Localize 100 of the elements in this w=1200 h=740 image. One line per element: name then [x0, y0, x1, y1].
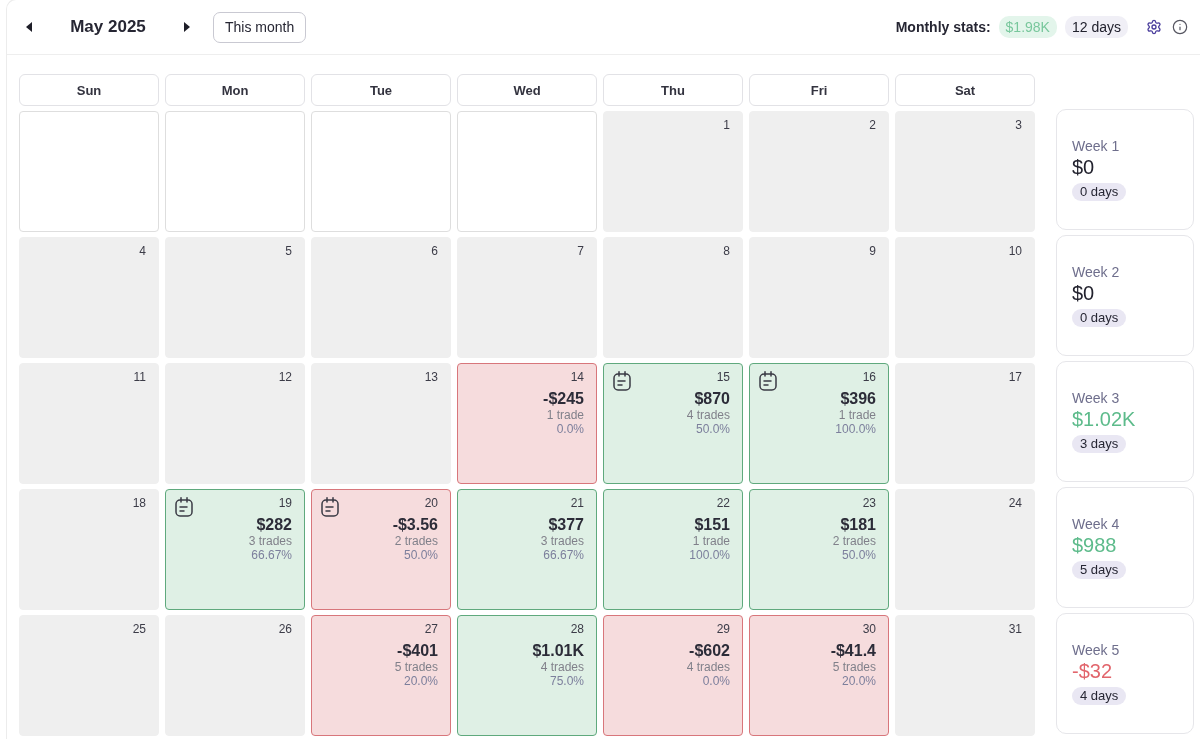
day-cell[interactable]: 7: [457, 237, 597, 358]
date-number: 26: [278, 622, 292, 637]
trade-count: 4 trades: [686, 408, 730, 422]
day-cell[interactable]: 20 -$3.56 2 trades 50.0%: [311, 489, 451, 610]
date-number: 1: [723, 118, 730, 133]
day-pnl: $151: [694, 515, 730, 534]
week-days-count: 5 days: [1072, 561, 1127, 579]
date-number: 24: [1008, 496, 1022, 511]
date-number: 2: [869, 118, 876, 133]
day-cell[interactable]: 2: [749, 111, 889, 232]
date-number: 12: [278, 370, 292, 385]
date-number: 19: [278, 496, 292, 511]
day-cell[interactable]: 29 -$602 4 trades 0.0%: [603, 615, 743, 736]
date-number: 20: [424, 496, 438, 511]
day-cell[interactable]: 13: [311, 363, 451, 484]
day-cell[interactable]: 24: [895, 489, 1035, 610]
day-cell[interactable]: 9: [749, 237, 889, 358]
day-cell[interactable]: 10: [895, 237, 1035, 358]
date-number: 21: [570, 496, 584, 511]
week-label: Week 2: [1072, 264, 1120, 281]
settings-button[interactable]: [1146, 19, 1162, 35]
date-number: 10: [1008, 244, 1022, 259]
date-number: 5: [285, 244, 292, 259]
trade-count: 5 trades: [832, 660, 876, 674]
day-cell[interactable]: 31: [895, 615, 1035, 736]
monthly-stats-label: Monthly stats:: [895, 19, 991, 35]
weekday-header: Tue: [311, 74, 451, 106]
settings-icon: [1146, 19, 1162, 35]
weekday-header: Thu: [603, 74, 743, 106]
day-cell[interactable]: 8: [603, 237, 743, 358]
week-days-count: 4 days: [1072, 687, 1127, 705]
day-cell[interactable]: 23 $181 2 trades 50.0%: [749, 489, 889, 610]
day-pnl: $377: [548, 515, 584, 534]
win-rate: 20.0%: [403, 674, 438, 688]
this-month-button[interactable]: This month: [213, 11, 307, 43]
trade-count: 2 trades: [832, 534, 876, 548]
week-days-count: 0 days: [1072, 309, 1127, 327]
day-cell[interactable]: 11: [19, 363, 159, 484]
win-rate: 66.67%: [251, 548, 292, 562]
date-number: 29: [716, 622, 730, 637]
date-number: 23: [862, 496, 876, 511]
day-cell[interactable]: 4: [19, 237, 159, 358]
date-number: 7: [577, 244, 584, 259]
week-label: Week 3: [1072, 390, 1120, 407]
monthly-days: 12 days: [1064, 16, 1128, 38]
week-label: Week 1: [1072, 138, 1120, 155]
win-rate: 50.0%: [403, 548, 438, 562]
win-rate: 50.0%: [695, 422, 730, 436]
note-icon[interactable]: [175, 497, 193, 517]
date-number: 9: [869, 244, 876, 259]
date-number: 6: [431, 244, 438, 259]
week-days-count: 0 days: [1072, 183, 1127, 201]
day-cell[interactable]: 17: [895, 363, 1035, 484]
day-cell[interactable]: 6: [311, 237, 451, 358]
note-icon[interactable]: [321, 497, 339, 517]
monthly-pnl: $1.98K: [998, 16, 1057, 38]
week-days-count: 3 days: [1072, 435, 1127, 453]
day-cell[interactable]: 28 $1.01K 4 trades 75.0%: [457, 615, 597, 736]
day-cell[interactable]: 18: [19, 489, 159, 610]
win-rate: 50.0%: [841, 548, 876, 562]
day-pnl: $181: [840, 515, 876, 534]
day-pnl: $282: [256, 515, 292, 534]
weekday-header: Sat: [895, 74, 1035, 106]
weekday-header: Wed: [457, 74, 597, 106]
date-number: 8: [723, 244, 730, 259]
date-number: 18: [132, 496, 146, 511]
day-cell[interactable]: 1: [603, 111, 743, 232]
date-number: 28: [570, 622, 584, 637]
trade-count: 1 trade: [692, 534, 730, 548]
day-cell[interactable]: 14 -$245 1 trade 0.0%: [457, 363, 597, 484]
date-number: 27: [424, 622, 438, 637]
trade-count: 1 trade: [546, 408, 584, 422]
day-pnl: -$3.56: [392, 515, 438, 534]
date-number: 16: [862, 370, 876, 385]
note-icon[interactable]: [759, 371, 777, 391]
info-button[interactable]: [1172, 19, 1188, 35]
day-pnl: -$401: [397, 641, 438, 660]
win-rate: 100.0%: [835, 422, 876, 436]
day-cell[interactable]: 21 $377 3 trades 66.67%: [457, 489, 597, 610]
note-icon[interactable]: [613, 371, 631, 391]
day-pnl: $396: [840, 389, 876, 408]
day-cell[interactable]: 15 $870 4 trades 50.0%: [603, 363, 743, 484]
day-cell[interactable]: 22 $151 1 trade 100.0%: [603, 489, 743, 610]
week-label: Week 4: [1072, 516, 1120, 533]
day-cell[interactable]: 3: [895, 111, 1035, 232]
day-cell[interactable]: 16 $396 1 trade 100.0%: [749, 363, 889, 484]
day-cell[interactable]: 5: [165, 237, 305, 358]
day-pnl: -$245: [543, 389, 584, 408]
week-pnl: $988: [1072, 533, 1117, 558]
day-cell[interactable]: 27 -$401 5 trades 20.0%: [311, 615, 451, 736]
trade-count: 4 trades: [540, 660, 584, 674]
day-cell[interactable]: 19 $282 3 trades 66.67%: [165, 489, 305, 610]
date-number: 13: [424, 370, 438, 385]
day-cell[interactable]: 26: [165, 615, 305, 736]
day-cell[interactable]: 25: [19, 615, 159, 736]
week-label: Week 5: [1072, 642, 1120, 659]
day-pnl: $1.01K: [532, 641, 584, 660]
day-cell[interactable]: 12: [165, 363, 305, 484]
day-cell[interactable]: 30 -$41.4 5 trades 20.0%: [749, 615, 889, 736]
date-number: 4: [139, 244, 146, 259]
